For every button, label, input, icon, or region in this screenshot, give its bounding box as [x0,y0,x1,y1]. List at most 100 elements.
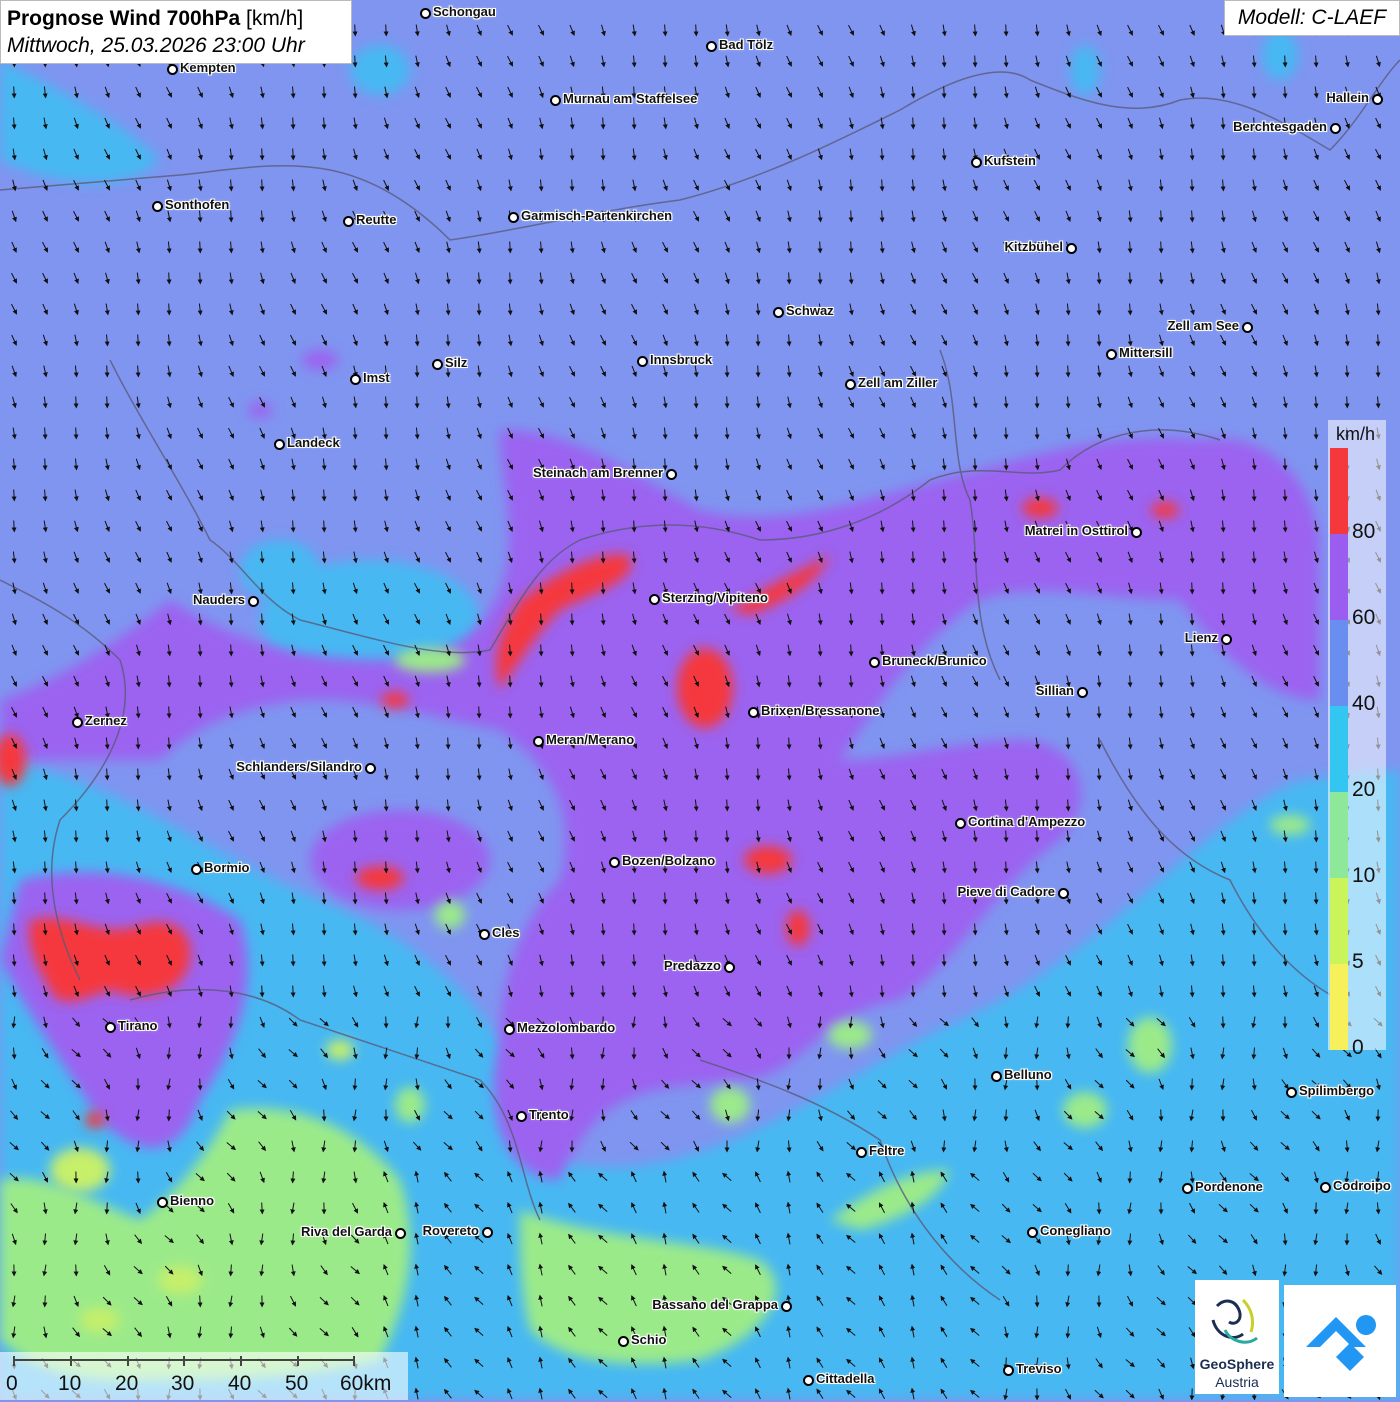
wind-arrow [262,180,263,191]
wind-arrow [1130,1172,1131,1183]
wind-arrow [1378,335,1379,346]
city-label: Riva del Garda [301,1224,392,1239]
wind-arrow [200,242,201,253]
wind-arrow [1006,25,1007,36]
city-marker [420,8,431,19]
city-marker [991,1071,1002,1082]
wind-arrow [76,831,77,842]
wind-arrow [1037,831,1038,842]
wind-arrow [975,490,976,501]
wind-arrow [355,25,356,36]
city-label: Sterzing/Vipiteno [662,590,768,605]
city-label: Bassano del Grappa [652,1297,778,1312]
wind-arrow [1285,893,1286,904]
city-label: Cittadella [816,1371,875,1386]
city-label: Imst [363,370,390,385]
legend-label: 60 [1352,606,1375,630]
wind-arrow [1316,862,1317,873]
scale-label-10: 10 [58,1372,81,1396]
wind-arrow [510,242,511,253]
wind-arrow [1037,800,1038,811]
legend-label: 40 [1352,692,1375,716]
wind-arrow [1130,707,1131,718]
wind-arrow [1285,459,1286,470]
legend-band [1330,620,1348,706]
wind-arrow [1285,490,1286,501]
wind-arrow [479,707,480,718]
wind-arrow [107,1203,108,1214]
geosphere-subname: Austria [1195,1374,1279,1390]
city-marker [152,201,163,212]
wind-arrow [262,149,263,160]
city-marker [1003,1365,1014,1376]
wind-arrow [882,614,883,625]
city-marker [105,1022,116,1033]
wind-arrow [1347,397,1348,408]
city-marker [649,594,660,605]
wind-arrow [603,149,604,160]
city-marker [508,212,519,223]
wind-arrow [851,242,852,253]
city-marker [1221,634,1232,645]
wind-arrow [231,211,232,222]
wind-arrow [45,1296,46,1307]
city-label: Landeck [287,435,340,450]
legend-label: 20 [1352,778,1375,802]
city-label: Bad Tölz [719,37,773,52]
legend-band [1330,706,1348,792]
title-unit: [km/h] [246,7,303,30]
wind-arrow [1161,242,1162,253]
city-marker [1106,349,1117,360]
title: Prognose Wind 700hPa [km/h] [7,5,345,33]
city-label: Treviso [1016,1361,1062,1376]
wind-arrow [665,490,666,501]
app-logo [1284,1285,1396,1397]
wind-arrow [1099,738,1100,749]
wind-arrow [45,893,46,904]
wind-arrow [1037,397,1038,408]
scale-label-40: 40 [228,1372,251,1396]
wind-arrow [944,118,945,129]
city-marker [1058,888,1069,899]
city-marker [856,1147,867,1158]
wind-arrow [975,56,976,67]
wind-arrow [1378,366,1379,377]
wind-arrow [1068,769,1069,780]
legend-band [1330,964,1348,1050]
wind-arrow [1130,273,1131,284]
wind-arrow [727,800,728,811]
wind-arrow [45,862,46,873]
app-logo-icon [1284,1285,1396,1397]
wind-arrow [603,986,604,997]
wind-arrow [107,397,108,408]
city-label: Lienz [1185,630,1218,645]
city-marker [845,379,856,390]
scale-label-20: 20 [115,1372,138,1396]
city-marker [1131,527,1142,538]
legend-band [1330,448,1348,534]
city-marker [618,1336,629,1347]
city-marker [1182,1183,1193,1194]
wind-arrow [665,459,666,470]
wind-arrow [448,738,449,749]
legend: km/h 051020406080 [1328,420,1386,1050]
city-marker [1330,123,1341,134]
wind-arrow [820,242,821,253]
scale-label-30: 30 [171,1372,194,1396]
city-marker [637,356,648,367]
wind-arrow [1099,304,1100,315]
wind-arrow [758,366,759,377]
wind-arrow [1192,583,1193,594]
wind-arrow [820,676,821,687]
wind-arrow [696,25,697,36]
geosphere-emblem-icon [1195,1286,1279,1356]
city-label: Feltre [869,1143,904,1158]
city-label: Brixen/Bressanone [761,703,880,718]
wind-arrow [293,149,294,160]
wind-arrow [634,490,635,501]
city-label: Innsbruck [650,352,712,367]
wind-arrow [603,118,604,129]
wind-arrow [262,986,263,997]
geosphere-name: GeoSphere [1195,1356,1279,1372]
wind-arrow [1006,831,1007,842]
